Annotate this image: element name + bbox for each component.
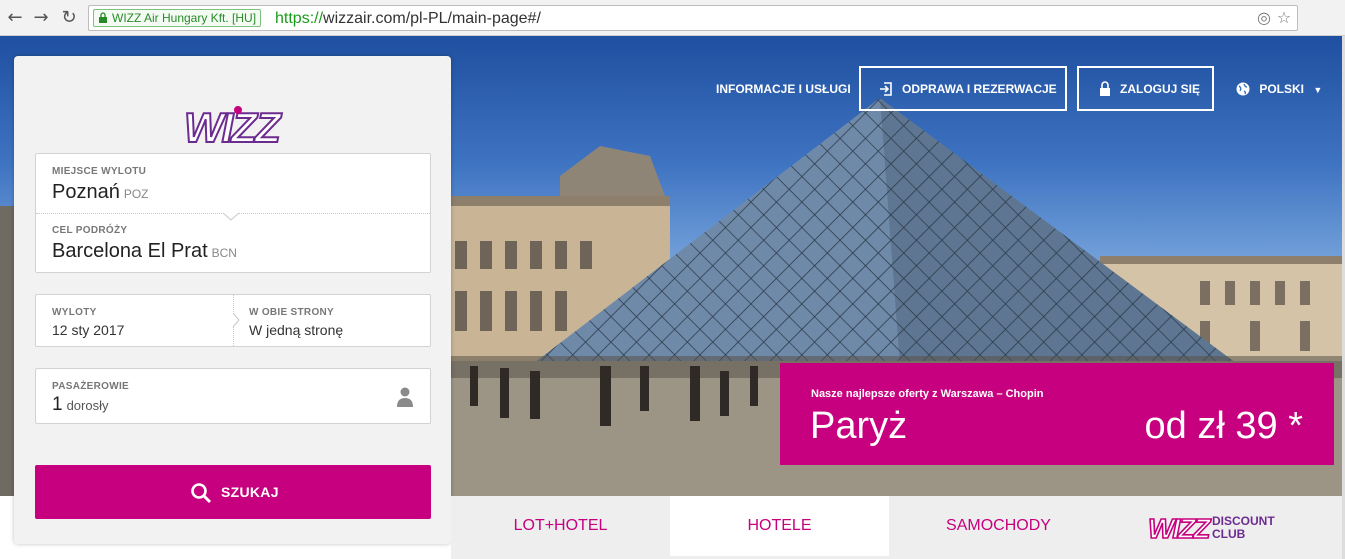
search-button-label: SZUKAJ bbox=[221, 484, 279, 500]
origin-value: Poznań POZ bbox=[52, 181, 149, 203]
login-label: ZALOGUJ SIĘ bbox=[1120, 82, 1201, 96]
return-date-field[interactable]: W OBIE STRONY W jedną stronę bbox=[234, 295, 431, 346]
flight-search-panel: WIZZ MIEJSCE WYLOTU Poznań POZ CEL PODRÓŻ… bbox=[14, 56, 451, 544]
promo-price: od zł 39 * bbox=[1144, 405, 1303, 447]
page: INFORMACJE I USŁUGI ODPRAWA I REZERWACJE… bbox=[0, 36, 1342, 559]
dropdown-caret-icon: ▼ bbox=[1313, 85, 1323, 95]
url-text[interactable]: https://wizzair.com/pl-PL/main-page#/ bbox=[275, 9, 541, 29]
passengers-field[interactable]: PASAŻEROWIE 1 dorosły bbox=[35, 368, 431, 424]
tab-cars[interactable]: SAMOCHODY bbox=[889, 496, 1108, 556]
search-button[interactable]: SZUKAJ bbox=[35, 465, 431, 519]
destination-code: BCN bbox=[211, 246, 237, 260]
route-fields: MIEJSCE WYLOTU Poznań POZ CEL PODRÓŻY Bar… bbox=[35, 153, 431, 273]
passengers-count: 1 bbox=[52, 394, 63, 415]
departure-label: WYLOTY bbox=[52, 307, 97, 318]
language-selector[interactable]: POLSKI ▼ bbox=[1236, 82, 1322, 96]
passengers-value: 1 dorosły bbox=[52, 394, 109, 416]
info-services-link[interactable]: INFORMACJE I USŁUGI bbox=[716, 82, 851, 96]
passengers-unit: dorosły bbox=[66, 398, 109, 413]
destination-field[interactable]: CEL PODRÓŻY Barcelona El Prat BCN bbox=[36, 214, 430, 274]
bookmark-star-icon[interactable]: ☆ bbox=[1275, 10, 1293, 28]
svg-text:CLUB: CLUB bbox=[1212, 527, 1246, 541]
return-value: W jedną stronę bbox=[249, 322, 344, 338]
origin-code: POZ bbox=[123, 187, 149, 201]
date-fields: WYLOTY 12 sty 2017 W OBIE STRONY W jedną… bbox=[35, 294, 431, 347]
ev-certificate-label: WIZZ Air Hungary Kft. [HU] bbox=[112, 11, 257, 25]
origin-field[interactable]: MIEJSCE WYLOTU Poznań POZ bbox=[36, 154, 430, 214]
padlock-icon bbox=[1100, 81, 1110, 96]
promo-city: Paryż bbox=[810, 405, 908, 447]
sign-in-icon bbox=[880, 82, 892, 96]
discount-club-logo[interactable]: WIZZ DISCOUNT CLUB bbox=[1148, 512, 1283, 542]
promo-banner[interactable]: Nasze najlepsze oferty z Warszawa – Chop… bbox=[780, 363, 1334, 465]
url-scheme: https:// bbox=[275, 10, 324, 27]
checkin-booking-label: ODPRAWA I REZERWACJE bbox=[902, 82, 1057, 96]
tab-flight-hotel[interactable]: LOT+HOTEL bbox=[451, 496, 670, 556]
passengers-label: PASAŻEROWIE bbox=[52, 381, 130, 392]
origin-label: MIEJSCE WYLOTU bbox=[52, 166, 147, 177]
checkin-booking-button[interactable]: ODPRAWA I REZERWACJE bbox=[859, 66, 1067, 111]
search-icon bbox=[191, 483, 212, 504]
forward-arrow-icon[interactable]: → bbox=[30, 7, 52, 29]
svg-text:WIZZ: WIZZ bbox=[184, 104, 282, 150]
svg-text:WIZZ: WIZZ bbox=[1148, 513, 1211, 542]
url-path: wizzair.com/pl-PL/main-page#/ bbox=[323, 10, 541, 27]
lock-icon bbox=[99, 12, 107, 23]
globe-icon bbox=[1236, 82, 1250, 96]
login-button[interactable]: ZALOGUJ SIĘ bbox=[1077, 66, 1214, 111]
address-bar[interactable]: WIZZ Air Hungary Kft. [HU] https://wizza… bbox=[88, 5, 1298, 31]
language-label: POLSKI bbox=[1259, 82, 1305, 96]
wizz-logo[interactable]: WIZZ bbox=[180, 102, 290, 150]
destination-label: CEL PODRÓŻY bbox=[52, 225, 128, 236]
reload-icon[interactable]: ↻ bbox=[58, 7, 80, 29]
departure-date-field[interactable]: WYLOTY 12 sty 2017 bbox=[36, 295, 233, 346]
back-arrow-icon[interactable]: ← bbox=[4, 7, 26, 29]
departure-value: 12 sty 2017 bbox=[52, 322, 125, 338]
ev-certificate-badge[interactable]: WIZZ Air Hungary Kft. [HU] bbox=[93, 9, 262, 27]
browser-toolbar: ← → ↻ WIZZ Air Hungary Kft. [HU] https:/… bbox=[0, 0, 1345, 36]
tab-hotels[interactable]: HOTELE bbox=[670, 496, 889, 556]
svg-text:DISCOUNT: DISCOUNT bbox=[1212, 514, 1275, 528]
destination-value: Barcelona El Prat BCN bbox=[52, 240, 237, 262]
product-tabs: LOT+HOTEL HOTELE SAMOCHODY WIZZ DISCOUNT… bbox=[451, 496, 1342, 559]
location-target-icon[interactable]: ◎ bbox=[1255, 10, 1273, 28]
return-label: W OBIE STRONY bbox=[249, 307, 335, 318]
person-icon bbox=[397, 387, 413, 407]
promo-subtitle: Nasze najlepsze oferty z Warszawa – Chop… bbox=[811, 388, 1044, 400]
